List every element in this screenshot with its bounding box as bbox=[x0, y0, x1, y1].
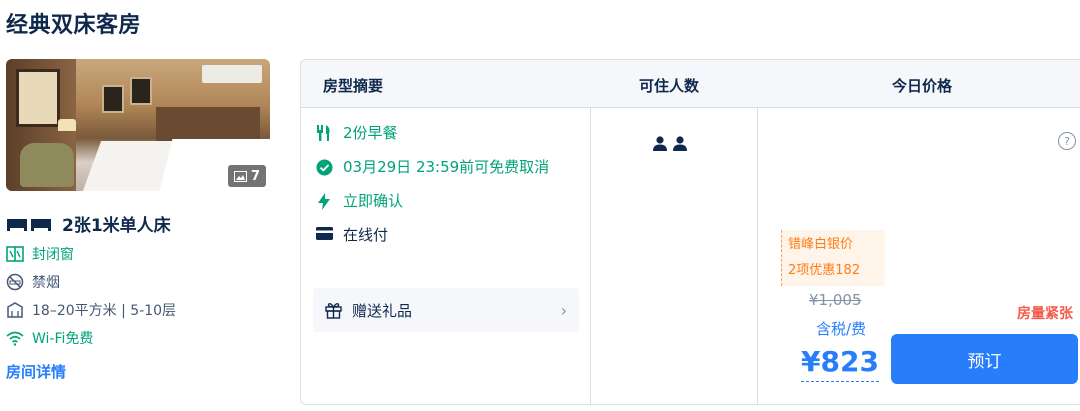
no-smoking-icon bbox=[6, 273, 24, 291]
original-price: ¥1,005 bbox=[809, 291, 862, 309]
area-icon bbox=[7, 302, 23, 318]
room-details-link[interactable]: 房间详情 bbox=[6, 361, 66, 382]
cutlery-icon bbox=[317, 125, 330, 141]
header-room-summary: 房型摘要 bbox=[323, 77, 384, 95]
promo-name: 错峰白银价 bbox=[788, 237, 854, 252]
check-circle-icon bbox=[316, 159, 332, 176]
room-summary: 2份早餐 03月29日 23:59前可免费取消 立即确认 在线付 bbox=[313, 122, 579, 258]
feature-label: 18–20平方米 | 5-10层 bbox=[32, 303, 177, 319]
occupancy-icons bbox=[653, 136, 687, 152]
photo-count-badge[interactable]: 7 bbox=[227, 165, 266, 187]
wifi-icon bbox=[6, 331, 24, 346]
header-today-price: 今日价格 bbox=[892, 77, 953, 95]
credit-card-icon bbox=[315, 227, 333, 240]
column-divider bbox=[590, 108, 591, 404]
photo-count: 7 bbox=[250, 168, 260, 184]
person-icon bbox=[653, 136, 667, 151]
gift-label: 赠送礼品 bbox=[352, 301, 413, 320]
cancellation-row: 03月29日 23:59前可免费取消 bbox=[313, 156, 579, 178]
breakfast-label: 2份早餐 bbox=[343, 124, 398, 142]
room-title: 经典双床客房 bbox=[6, 13, 142, 38]
instant-confirm-row: 立即确认 bbox=[313, 190, 579, 212]
bed-label: 2张1米单人床 bbox=[62, 216, 171, 236]
image-icon bbox=[233, 170, 247, 182]
current-price[interactable]: ¥823 bbox=[801, 343, 879, 382]
instant-confirm-label: 立即确认 bbox=[343, 192, 404, 210]
room-photo[interactable]: 7 bbox=[6, 59, 270, 191]
payment-label: 在线付 bbox=[343, 226, 389, 244]
promo-discount: 2项优惠182 bbox=[788, 263, 861, 278]
header-occupancy: 可住人数 bbox=[639, 77, 700, 95]
person-icon bbox=[673, 136, 687, 151]
feature-window: 封闭窗 bbox=[6, 244, 270, 264]
feature-label: 封闭窗 bbox=[32, 247, 74, 263]
room-info-column: 7 2张1米单人床 封闭窗 禁烟 18–20平方米 | 5-10层 Wi-Fi免… bbox=[6, 59, 270, 382]
column-divider bbox=[757, 108, 758, 404]
feature-smoking: 禁烟 bbox=[6, 272, 270, 292]
availability-badge: 房量紧张 bbox=[1017, 306, 1073, 322]
book-button[interactable]: 预订 bbox=[891, 334, 1078, 384]
payment-row: 在线付 bbox=[313, 224, 579, 246]
lightning-icon bbox=[318, 193, 330, 210]
feature-label: Wi-Fi免费 bbox=[32, 331, 94, 347]
twin-bed-icon bbox=[7, 218, 51, 231]
gift-row[interactable]: 赠送礼品 › bbox=[313, 288, 579, 332]
window-icon bbox=[6, 246, 24, 262]
bed-type: 2张1米单人床 bbox=[6, 211, 270, 236]
gift-icon bbox=[325, 302, 342, 319]
breakfast-help-icon[interactable]: ? bbox=[1058, 132, 1076, 150]
tax-note: 含税/费 bbox=[816, 320, 867, 338]
promo-tag[interactable]: 错峰白银价 2项优惠182 bbox=[781, 230, 885, 286]
cancellation-label: 03月29日 23:59前可免费取消 bbox=[343, 158, 550, 176]
chevron-right-icon: › bbox=[560, 300, 567, 320]
rate-table: 房型摘要 可住人数 今日价格 2份早餐 03月29日 23:59前可免费取消 立… bbox=[300, 59, 1080, 405]
feature-area: 18–20平方米 | 5-10层 bbox=[6, 300, 270, 320]
breakfast-row: 2份早餐 bbox=[313, 122, 579, 144]
rate-table-header: 房型摘要 可住人数 今日价格 bbox=[301, 60, 1080, 108]
feature-label: 禁烟 bbox=[32, 275, 60, 291]
feature-wifi: Wi-Fi免费 bbox=[6, 328, 270, 348]
